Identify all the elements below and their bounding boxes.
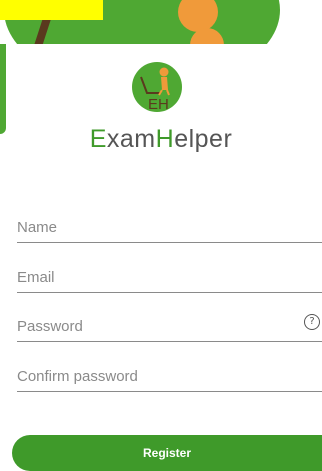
confirm-password-input[interactable] (17, 363, 297, 389)
logo-text: EH (148, 96, 169, 113)
app-title-part: elper (174, 125, 233, 153)
app-title-part: xam (106, 125, 156, 153)
email-input[interactable] (17, 264, 297, 290)
question-circle-icon[interactable]: ? (304, 314, 320, 330)
password-input[interactable] (17, 313, 297, 339)
app-title: ExamHelper (0, 125, 322, 154)
yellow-banner-strip (0, 0, 103, 20)
password-field-container: ? (17, 313, 322, 342)
confirm-password-field-container (17, 363, 322, 392)
name-field-container (17, 214, 322, 243)
app-title-h-letter: H (155, 125, 175, 153)
register-button[interactable]: Register (12, 435, 322, 471)
app-title-first-letter: E (89, 125, 107, 153)
email-field-container (17, 264, 322, 293)
examhelper-logo-icon: EH (132, 62, 182, 113)
name-input[interactable] (17, 214, 297, 240)
